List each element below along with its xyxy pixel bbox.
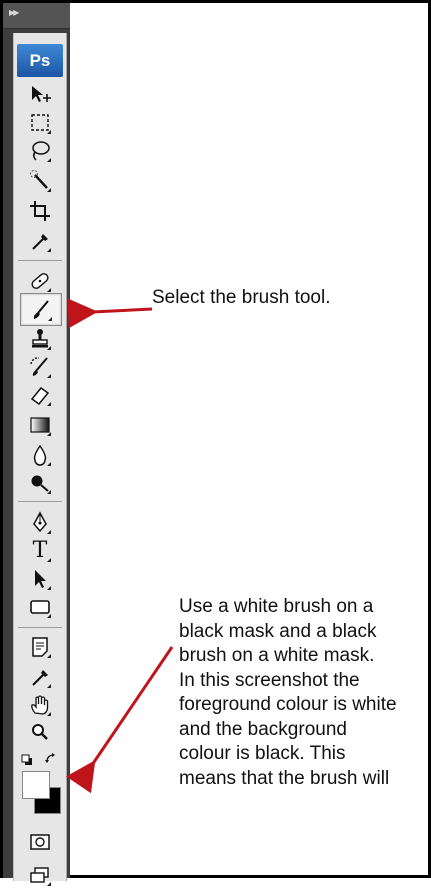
mask-callout-line: and the background <box>179 718 347 740</box>
brush-callout-text: Select the brush tool. <box>152 287 331 308</box>
mask-callout-line: brush on a white mask. <box>179 645 375 666</box>
mask-callout-line: colour is black. This <box>179 743 346 764</box>
mask-callout-line: foreground colour is white <box>179 694 397 715</box>
mask-callout-line: means that the brush will <box>179 767 390 789</box>
mask-callout-line: In this screenshot the <box>179 669 360 691</box>
submenu-indicator-icon <box>47 882 51 886</box>
swatch-callout-arrow <box>66 646 174 794</box>
mask-callout-text: Use a white brush on a black mask and a … <box>179 595 397 791</box>
brush-callout-arrow <box>67 298 153 329</box>
mask-callout-line: black mask and a black <box>179 620 377 642</box>
mask-callout-line: Use a white brush on a <box>179 596 374 617</box>
